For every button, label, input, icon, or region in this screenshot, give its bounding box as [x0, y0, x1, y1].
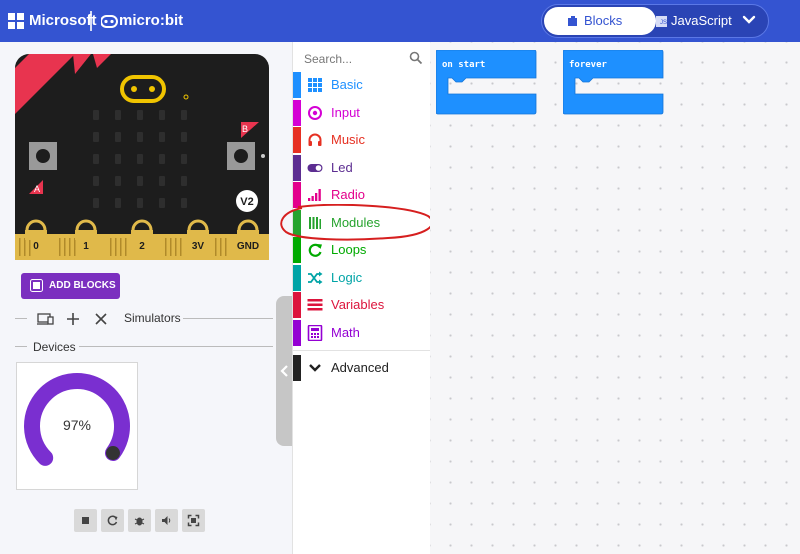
on-start-label-wrap: on start [436, 50, 538, 70]
add-blocks-button[interactable]: ADD BLOCKS [21, 273, 120, 299]
category-loops-label: Loops [331, 242, 367, 257]
add-blocks-label: ADD BLOCKS [49, 280, 116, 291]
signal-bars-icon [308, 189, 321, 201]
target-icon [308, 106, 322, 120]
category-input-label: Input [331, 105, 360, 120]
javascript-icon: JS [656, 16, 667, 27]
debug-icon [134, 517, 145, 526]
category-advanced-stripe [293, 355, 301, 381]
lines-icon [307, 299, 323, 311]
headphones-icon [308, 133, 322, 146]
pin-2-label: 2 [139, 241, 145, 252]
on-start-label: on start [442, 60, 486, 70]
javascript-tab-label: JavaScript [671, 13, 732, 28]
category-variables-label: Variables [331, 297, 385, 312]
category-basic-label: Basic [331, 77, 363, 92]
category-music-label: Music [331, 132, 365, 147]
search-input[interactable] [302, 49, 406, 69]
fullscreen-button[interactable] [182, 509, 205, 532]
puzzle-piece-icon [568, 16, 577, 26]
blocks-tab-button[interactable]: Blocks [544, 7, 656, 35]
stop-button[interactable] [74, 509, 97, 532]
calculator-icon [307, 325, 323, 341]
category-math-stripe [293, 320, 301, 346]
category-music[interactable]: Music [293, 127, 430, 153]
category-math[interactable]: Math [293, 320, 430, 346]
toggle-icon [307, 164, 323, 172]
category-variables[interactable]: Variables [293, 292, 430, 318]
microbit-board[interactable]: A B V2 0 1 2 3V GND [15, 54, 269, 260]
plus-icon[interactable] [63, 309, 83, 329]
category-led[interactable]: Led [293, 155, 430, 181]
restart-icon [107, 515, 118, 526]
simulator-collapse-handle[interactable] [276, 296, 292, 446]
header-divider [90, 11, 92, 31]
version-badge: V2 [240, 196, 253, 208]
category-advanced-label: Advanced [331, 360, 389, 375]
category-radio-label: Radio [331, 187, 365, 202]
advanced-separator [293, 350, 430, 351]
button-b-label: B [242, 124, 248, 134]
category-math-label: Math [331, 325, 360, 340]
pin-1-label: 1 [83, 241, 89, 252]
stop-icon [82, 517, 89, 524]
gauge-knob [105, 446, 120, 461]
category-advanced[interactable]: Advanced [293, 355, 430, 381]
highlight-annotation [280, 204, 434, 241]
chevron-left-icon [280, 365, 288, 377]
javascript-tab-button[interactable]: JS JavaScript [654, 7, 746, 35]
add-blocks-icon [30, 279, 43, 292]
forever-label: forever [569, 60, 607, 70]
devices-icon[interactable] [36, 309, 56, 329]
category-basic[interactable]: Basic [293, 72, 430, 98]
close-icon[interactable] [91, 309, 111, 329]
simulator-controls [74, 509, 210, 533]
category-led-label: Led [331, 160, 353, 175]
refresh-icon [308, 243, 322, 257]
forever-label-wrap: forever [563, 50, 665, 70]
gauge-value-label: 97% [62, 417, 92, 433]
button-a-label: A [34, 184, 40, 194]
pin-0-label: 0 [33, 241, 39, 252]
devices-label: Devices [33, 340, 76, 354]
grid-icon [308, 78, 322, 92]
chevron-down-icon [309, 364, 321, 372]
fullscreen-icon [187, 514, 200, 527]
pin-3v-label: 3V [192, 241, 205, 252]
category-variables-stripe [293, 292, 301, 318]
simulators-label: Simulators [124, 311, 181, 325]
category-input[interactable]: Input [293, 100, 430, 126]
microbit-brand-text[interactable]: micro:bit [119, 12, 183, 29]
search-icon[interactable] [409, 51, 423, 65]
mute-icon [162, 516, 171, 525]
blocks-tab-label: Blocks [584, 13, 623, 28]
mute-button[interactable] [155, 509, 178, 532]
restart-button[interactable] [101, 509, 124, 532]
category-logic-label: Logic [331, 270, 363, 285]
category-logic-stripe [293, 265, 301, 291]
blocks-workspace[interactable] [430, 42, 800, 554]
category-music-stripe [293, 127, 301, 153]
microsoft-brand-text: Microsoft [29, 12, 97, 29]
category-basic-stripe [293, 72, 301, 98]
toolbox-search [293, 46, 427, 70]
microsoft-logo [8, 13, 24, 29]
shuffle-icon [308, 271, 323, 285]
category-led-stripe [293, 155, 301, 181]
pin-gnd-label: GND [237, 241, 259, 252]
chevron-down-icon[interactable] [741, 12, 757, 28]
debug-button[interactable] [128, 509, 151, 532]
category-logic[interactable]: Logic [293, 265, 430, 291]
category-input-stripe [293, 100, 301, 126]
